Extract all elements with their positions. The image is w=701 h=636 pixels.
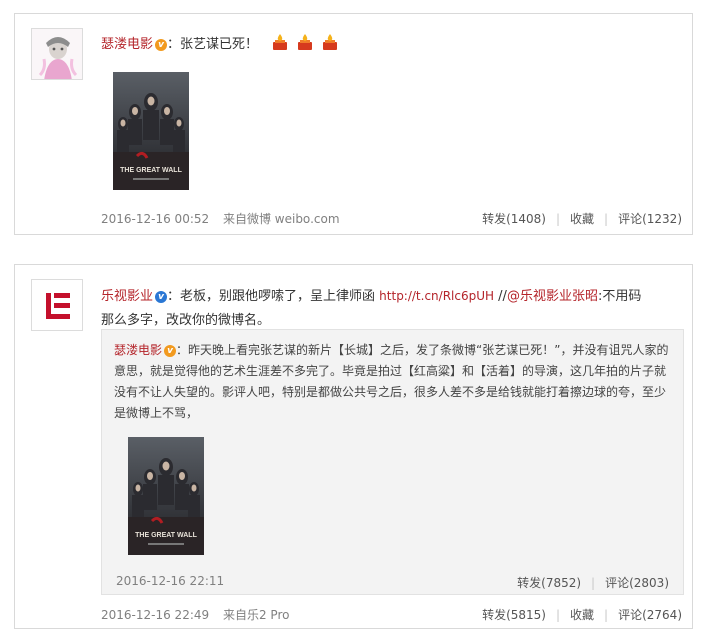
repost-text-line1: 昨天晚上看完张艺谋的新片【长城】之后，发了条微博“张艺谋已死！”，并没有诅咒人家…	[188, 343, 669, 357]
avatar-se-lou-movie[interactable]	[31, 28, 83, 80]
forward-button[interactable]: 转发(5815)	[482, 606, 546, 623]
mention-link[interactable]: @乐视影业张昭	[507, 289, 598, 304]
divider: |	[555, 607, 561, 622]
post-1-header: 瑟溇电影 v ：张艺谋已死！	[101, 33, 339, 52]
repost-body: 瑟溇电影 v ：昨天晚上看完张艺谋的新片【长城】之后，发了条微博“张艺谋已死！”，并…	[114, 340, 679, 424]
short-link[interactable]: http://t.cn/Rlc6pUH	[379, 289, 494, 303]
divider: |	[604, 607, 609, 622]
colon: ：	[167, 289, 181, 304]
verified-badge-icon: v	[155, 291, 168, 303]
repost-actions: 转发(7852) | 评论(2803)	[517, 574, 669, 591]
post-text: 张艺谋已死！	[180, 37, 259, 52]
repost-time[interactable]: 2016-12-16 22:11	[116, 574, 224, 588]
avatar-image	[32, 29, 82, 79]
movie-poster-thumbnail[interactable]: THE GREAT WALL	[128, 437, 204, 555]
post-time[interactable]: 2016-12-16 00:52	[101, 212, 209, 226]
poster-title: THE GREAT WALL	[120, 167, 182, 174]
repost-author-name[interactable]: 瑟溇电影	[114, 343, 162, 357]
emoji-group	[269, 33, 339, 52]
poster-title: THE GREAT WALL	[135, 532, 197, 539]
post-source[interactable]: 来自乐2 Pro	[223, 608, 290, 622]
candle-icon	[273, 34, 288, 50]
poster-image: THE GREAT WALL	[128, 437, 204, 555]
movie-poster-thumbnail[interactable]: THE GREAT WALL	[113, 72, 189, 190]
verified-badge-icon: v	[155, 39, 168, 51]
post-time[interactable]: 2016-12-16 22:49	[101, 608, 209, 622]
repost-meta: 2016-12-16 22:11	[116, 574, 224, 588]
letv-logo-icon	[32, 280, 82, 330]
divider: |	[604, 211, 609, 226]
divider: |	[555, 211, 561, 226]
repost-forward-button[interactable]: 转发(7852)	[517, 574, 581, 591]
weibo-post-2: 乐视影业 v ：老板，别跟他啰嗦了，呈上律师函 http://t.cn/Rlc6pU…	[14, 264, 693, 629]
weibo-post-1: 瑟溇电影 v ：张艺谋已死！ THE GREAT WALL 2016-12-16…	[14, 13, 693, 235]
comment-button[interactable]: 评论(1232)	[618, 210, 682, 227]
post-1-meta: 2016-12-16 00:52 来自微博 weibo.com	[101, 210, 340, 227]
divider: |	[591, 575, 596, 590]
author-name[interactable]: 乐视影业	[101, 289, 153, 304]
favorite-button[interactable]: 收藏	[570, 210, 594, 227]
post-source[interactable]: 来自微博 weibo.com	[223, 212, 340, 226]
post-text-line2: 那么多字，改改你的微博名。	[101, 313, 271, 328]
post-2-body: 乐视影业 v ：老板，别跟他啰嗦了，呈上律师函 http://t.cn/Rlc6pU…	[101, 284, 686, 332]
candle-icon	[323, 34, 338, 50]
post-2-actions: 转发(5815) | 收藏 | 评论(2764)	[482, 606, 682, 623]
comment-button[interactable]: 评论(2764)	[618, 606, 682, 623]
avatar-letv-pictures[interactable]	[31, 279, 83, 331]
repost-text-line4: 是微博上不骂，	[114, 406, 199, 420]
post-2-meta: 2016-12-16 22:49 来自乐2 Pro	[101, 606, 289, 623]
post-text-tail: :不用码	[597, 289, 642, 304]
poster-image: THE GREAT WALL	[113, 72, 189, 190]
verified-badge-icon: v	[164, 345, 177, 357]
repost-comment-button[interactable]: 评论(2803)	[605, 574, 669, 591]
repost-text-line3: 没有不让人失望的。影评人吧，特别是都做公共号之后，很多人差不多是给钱就能打着擦边…	[114, 385, 667, 399]
post-1-actions: 转发(1408) | 收藏 | 评论(1232)	[482, 210, 682, 227]
candle-icon	[298, 34, 313, 50]
reposted-original: 瑟溇电影 v ：昨天晚上看完张艺谋的新片【长城】之后，发了条微博“张艺谋已死！”，并…	[101, 329, 684, 595]
favorite-button[interactable]: 收藏	[570, 606, 594, 623]
colon: ：	[176, 343, 189, 357]
author-name[interactable]: 瑟溇电影	[101, 37, 153, 52]
repost-text-line2: 意思，就是觉得他的艺术生涯差不多完了。毕竟是拍过【红高粱】和【活着】的导演，这几…	[114, 364, 667, 378]
post-text: 老板，别跟他啰嗦了，呈上律师函	[180, 289, 380, 304]
colon: ：	[167, 37, 181, 52]
repost-separator: //	[494, 289, 507, 304]
forward-button[interactable]: 转发(1408)	[482, 210, 546, 227]
